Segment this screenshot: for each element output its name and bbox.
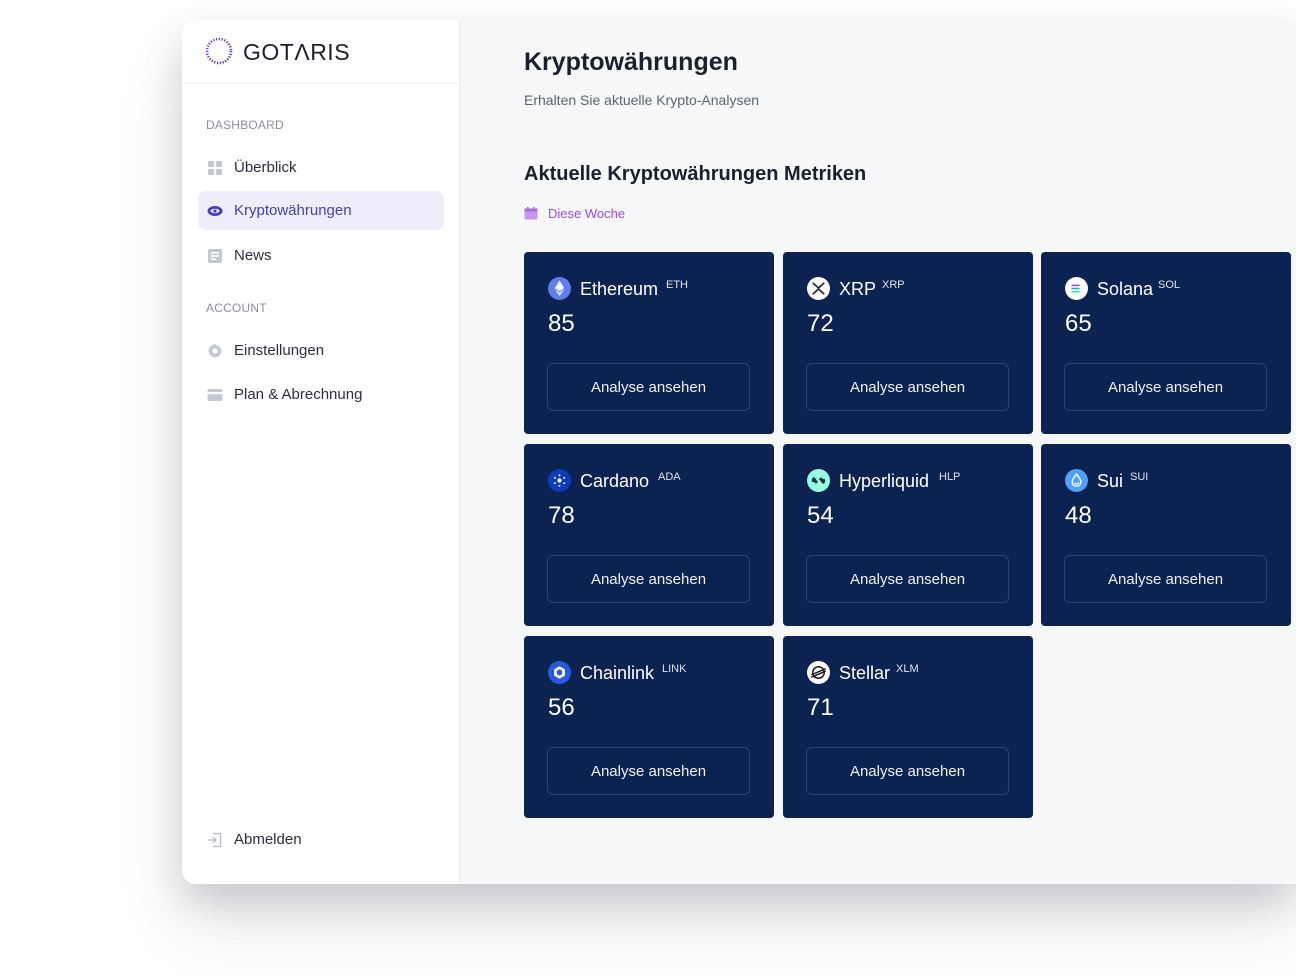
coin-score: 54 xyxy=(807,502,834,529)
logout-icon xyxy=(208,832,222,848)
sidebar-item-label: Kryptowährungen xyxy=(234,202,352,219)
app-window: GOTΛRIS DASHBOARD Überblick Kryptowährun… xyxy=(182,20,1296,884)
view-analysis-button[interactable]: Analyse ansehen xyxy=(806,363,1009,411)
main-content: Kryptowährungen Erhalten Sie aktuelle Kr… xyxy=(459,20,1296,884)
gotaris-logo-icon xyxy=(205,37,233,65)
coin-name: Ethereum xyxy=(580,279,659,299)
page-subtitle: Erhalten Sie aktuelle Krypto-Analysen xyxy=(524,92,760,108)
logout-button[interactable]: Abmelden xyxy=(198,820,444,859)
cardano-icon xyxy=(548,469,571,492)
coin-score: 85 xyxy=(548,310,575,337)
view-analysis-button[interactable]: Analyse ansehen xyxy=(547,555,750,603)
view-analysis-button[interactable]: Analyse ansehen xyxy=(806,747,1009,795)
newspaper-icon xyxy=(208,249,222,263)
coin-score: 56 xyxy=(548,694,575,721)
solana-icon xyxy=(1065,277,1088,300)
section-title-account: ACCOUNT xyxy=(206,301,267,315)
coin-ticker: SUI xyxy=(1130,471,1149,483)
crypto-card-stellar: Stellar XLM 71 Analyse ansehen xyxy=(783,636,1033,818)
view-analysis-button[interactable]: Analyse ansehen xyxy=(1064,555,1267,603)
coin-ticker: XLM xyxy=(896,663,919,675)
coin-score: 78 xyxy=(548,502,575,529)
chainlink-icon xyxy=(548,661,571,684)
coin-ticker: XRP xyxy=(882,279,905,291)
view-analysis-button[interactable]: Analyse ansehen xyxy=(1064,363,1267,411)
sidebar-item-billing[interactable]: Plan & Abrechnung xyxy=(198,375,444,414)
sidebar-item-overview[interactable]: Überblick xyxy=(198,148,444,187)
sidebar: GOTΛRIS DASHBOARD Überblick Kryptowährun… xyxy=(182,20,460,884)
grid-icon xyxy=(208,161,222,175)
page-title: Kryptowährungen xyxy=(524,48,738,76)
crypto-card-sui: Sui SUI 48 Analyse ansehen xyxy=(1041,444,1291,626)
eye-icon xyxy=(207,206,223,216)
brand-name: GOTΛRIS xyxy=(243,39,351,65)
section-title-dashboard: DASHBOARD xyxy=(206,118,284,132)
crypto-card-hyperliquid: Hyperliquid HLP 54 Analyse ansehen xyxy=(783,444,1033,626)
sidebar-item-label: News xyxy=(234,247,272,264)
coin-score: 65 xyxy=(1065,310,1092,337)
sidebar-item-label: Plan & Abrechnung xyxy=(234,386,363,403)
coin-ticker: SOL xyxy=(1158,279,1181,291)
coin-score: 72 xyxy=(807,310,834,337)
ethereum-icon xyxy=(548,277,571,300)
coin-ticker: ETH xyxy=(666,279,688,291)
crypto-card-cardano: Cardano ADA 78 Analyse ansehen xyxy=(524,444,774,626)
crypto-card-xrp: XRP XRP 72 Analyse ansehen xyxy=(783,252,1033,434)
coin-name: Sui xyxy=(1097,471,1124,491)
coin-name: Solana xyxy=(1097,279,1154,299)
calendar-icon xyxy=(524,206,538,219)
credit-card-icon xyxy=(207,389,223,401)
view-analysis-button[interactable]: Analyse ansehen xyxy=(547,363,750,411)
gear-icon xyxy=(207,343,223,359)
coin-ticker: HLP xyxy=(939,471,961,483)
sidebar-item-cryptocurrencies[interactable]: Kryptowährungen xyxy=(198,191,444,230)
period-selector[interactable]: Diese Woche xyxy=(524,204,625,222)
sidebar-item-settings[interactable]: Einstellungen xyxy=(198,331,444,370)
coin-score: 48 xyxy=(1065,502,1092,529)
sui-icon xyxy=(1065,469,1088,492)
crypto-card-solana: Solana SOL 65 Analyse ansehen xyxy=(1041,252,1291,434)
crypto-card-chainlink: Chainlink LINK 56 Analyse ansehen xyxy=(524,636,774,818)
view-analysis-button[interactable]: Analyse ansehen xyxy=(806,555,1009,603)
sidebar-item-news[interactable]: News xyxy=(198,236,444,275)
coin-ticker: LINK xyxy=(662,663,687,675)
hyperliquid-icon xyxy=(807,469,830,492)
coin-name: Cardano xyxy=(580,471,650,491)
xrp-icon xyxy=(807,277,830,300)
coin-name: Stellar xyxy=(839,663,891,683)
coin-name: Chainlink xyxy=(580,663,655,683)
logout-label: Abmelden xyxy=(234,831,302,848)
view-analysis-button[interactable]: Analyse ansehen xyxy=(547,747,750,795)
crypto-card-ethereum: Ethereum ETH 85 Analyse ansehen xyxy=(524,252,774,434)
sidebar-item-label: Überblick xyxy=(234,159,297,176)
coin-ticker: ADA xyxy=(658,471,681,483)
brand-header: GOTΛRIS xyxy=(182,20,459,84)
stellar-icon xyxy=(807,661,830,684)
coin-score: 71 xyxy=(807,694,834,721)
coin-name: Hyperliquid xyxy=(839,471,930,491)
period-label: Diese Woche xyxy=(548,205,626,221)
coin-name: XRP xyxy=(839,279,877,299)
section-heading: Aktuelle Kryptowährungen Metriken xyxy=(524,163,867,185)
sidebar-item-label: Einstellungen xyxy=(234,342,325,359)
